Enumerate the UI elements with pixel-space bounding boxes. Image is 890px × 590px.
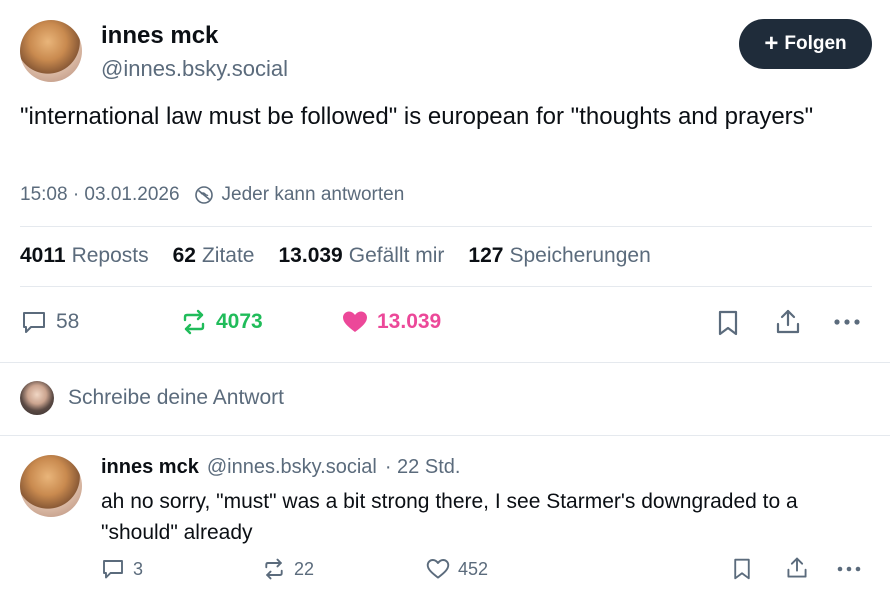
author-name[interactable]: innes mck (101, 22, 218, 50)
ellipsis-icon (834, 319, 860, 325)
reply-reply-count: 3 (133, 558, 144, 579)
follow-button[interactable]: + Folgen (739, 19, 872, 69)
reply-count: 58 (56, 310, 80, 333)
reply-more-options-button[interactable] (836, 559, 862, 579)
reply-permission-label: Jeder kann antworten (221, 184, 405, 205)
repost-action[interactable]: 4073 (180, 308, 263, 336)
reply-repost-count: 22 (294, 558, 315, 579)
reply-like-count: 452 (458, 558, 489, 579)
heart-outline-icon (426, 559, 450, 579)
divider (20, 286, 872, 287)
reply-time[interactable]: · 22 Std. (385, 456, 461, 479)
share-icon (787, 557, 807, 578)
stat-likes[interactable]: 13.039 Gefällt mir (279, 244, 445, 268)
speech-bubble-icon (23, 312, 45, 333)
plus-icon: + (764, 30, 779, 57)
like-action[interactable]: 13.039 (341, 308, 441, 336)
stat-saves[interactable]: 127 Speicherungen (468, 244, 650, 268)
current-user-avatar (20, 381, 54, 415)
globe-slash-icon (194, 186, 213, 204)
like-count: 13.039 (377, 310, 442, 333)
post-meta: 15:08 · 03.01.2026 Jeder kann antworten (20, 184, 404, 206)
divider (20, 226, 872, 227)
post-timestamp[interactable]: 15:08 · 03.01.2026 (20, 184, 180, 206)
reply-permission[interactable]: Jeder kann antworten (194, 184, 405, 206)
repost-icon (265, 558, 283, 580)
reply-author-handle[interactable]: @innes.bsky.social (207, 456, 377, 479)
reply-compose-input[interactable]: Schreibe deine Antwort (68, 386, 284, 410)
reply-like-action[interactable]: 452 (426, 557, 488, 581)
reply-reply-action[interactable]: 3 (101, 557, 143, 581)
reply-bookmark-button[interactable] (731, 557, 753, 581)
author-handle[interactable]: @innes.bsky.social (101, 56, 288, 82)
post-text: "international law must be followed" is … (20, 103, 814, 130)
reply-share-button[interactable] (785, 556, 809, 580)
bookmark-icon (734, 558, 750, 580)
stat-reposts[interactable]: 4011 Reposts (20, 244, 149, 268)
author-avatar[interactable] (20, 20, 82, 82)
reply-action[interactable]: 58 (20, 308, 79, 336)
repost-icon (183, 309, 205, 335)
bookmark-icon (718, 310, 738, 336)
speech-bubble-icon (103, 560, 123, 579)
follow-label: Folgen (784, 33, 847, 54)
reply-repost-action[interactable]: 22 (262, 557, 314, 581)
post-stats: 4011 Reposts 62 Zitate 13.039 Gefällt mir 1… (20, 244, 651, 268)
reply-header: innes mck @innes.bsky.social · 22 Std. (101, 456, 460, 479)
ellipsis-icon (837, 566, 861, 572)
heart-filled-icon (343, 311, 367, 332)
reply-text: ah no sorry, "must" was a bit strong the… (101, 490, 798, 544)
more-options-button[interactable] (832, 311, 862, 333)
reply-author-name[interactable]: innes mck (101, 456, 199, 479)
divider (0, 435, 890, 436)
stat-quotes[interactable]: 62 Zitate (173, 244, 255, 268)
repost-count: 4073 (216, 310, 263, 333)
reply-author-avatar[interactable] (20, 455, 82, 517)
divider (0, 362, 890, 363)
share-icon (776, 309, 800, 334)
share-button[interactable] (774, 308, 802, 336)
bookmark-button[interactable] (715, 309, 741, 337)
